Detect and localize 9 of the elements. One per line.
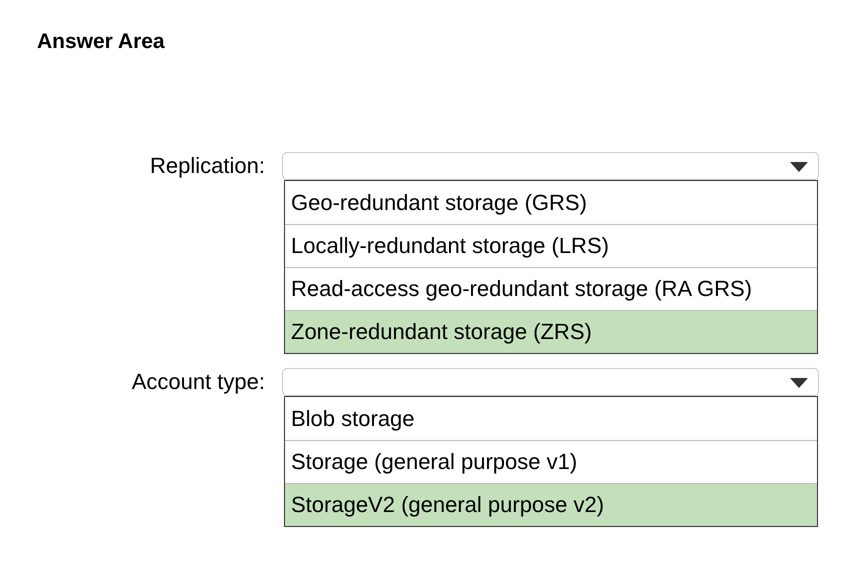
dropdown-arrow-icon — [789, 376, 809, 388]
dropdown[interactable] — [282, 368, 819, 396]
question-label: Account type: — [130, 368, 266, 396]
dropdown-option[interactable]: Zone-redundant storage (ZRS) — [285, 310, 817, 352]
question-label: Replication: — [149, 152, 266, 180]
dropdown-option[interactable]: StorageV2 (general purpose v2) — [285, 482, 817, 526]
section-title: Answer Area — [37, 29, 166, 55]
dropdown[interactable] — [282, 152, 819, 180]
dropdown-arrow-icon — [789, 160, 809, 172]
